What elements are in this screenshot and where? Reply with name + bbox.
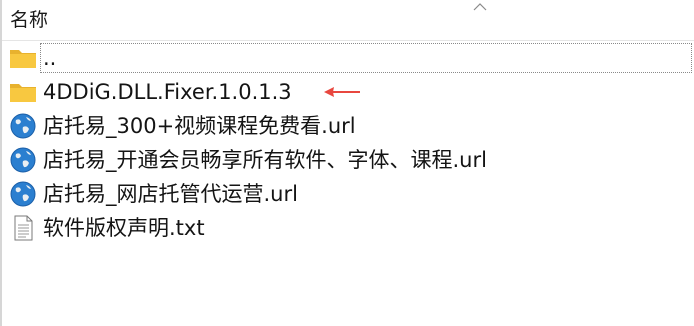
folder-icon: [10, 50, 36, 68]
internet-shortcut-icon: [10, 147, 36, 173]
folder-icon: [10, 84, 36, 102]
list-item[interactable]: 4DDiG.DLL.Fixer.1.0.1.3: [2, 75, 694, 109]
column-header[interactable]: 名称: [2, 0, 694, 41]
internet-shortcut-icon: [10, 181, 36, 207]
internet-shortcut-icon: [10, 113, 36, 139]
file-name[interactable]: 软件版权声明.txt: [43, 213, 205, 243]
file-name[interactable]: 店托易_开通会员畅享所有软件、字体、课程.url: [43, 145, 487, 175]
list-item[interactable]: ..: [2, 41, 694, 75]
name-column-header[interactable]: 名称: [10, 8, 48, 32]
file-explorer-window: 名称 .. 4DDiG.DLL.Fixer.1.0.1.3 店托易_300+视频…: [0, 0, 694, 326]
chevron-up-icon: [473, 3, 487, 11]
red-arrow-icon: [324, 87, 360, 97]
list-item[interactable]: 店托易_开通会员畅享所有软件、字体、课程.url: [2, 143, 694, 177]
list-item[interactable]: 店托易_网店托管代运营.url: [2, 177, 694, 211]
file-name[interactable]: 店托易_网店托管代运营.url: [43, 179, 298, 209]
list-item[interactable]: 店托易_300+视频课程免费看.url: [2, 109, 694, 143]
file-name[interactable]: 店托易_300+视频课程免费看.url: [43, 111, 356, 141]
file-list: .. 4DDiG.DLL.Fixer.1.0.1.3 店托易_300+视频课程免…: [2, 41, 694, 245]
file-name[interactable]: 4DDiG.DLL.Fixer.1.0.1.3: [43, 77, 292, 107]
list-item[interactable]: 软件版权声明.txt: [2, 211, 694, 245]
focus-rectangle: [40, 43, 692, 73]
file-name[interactable]: ..: [43, 43, 56, 73]
text-file-icon: [14, 215, 33, 241]
